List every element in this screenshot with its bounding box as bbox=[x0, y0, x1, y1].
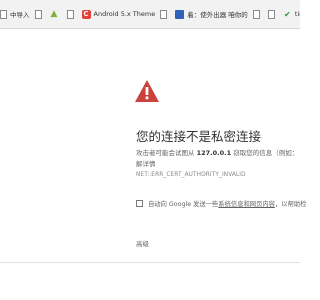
page-icon bbox=[34, 9, 42, 19]
bookmark-page-3[interactable] bbox=[160, 0, 170, 28]
system-info-link[interactable]: 系统信息和网页内容 bbox=[218, 199, 275, 208]
bookmark-label: Android 5.x Theme bbox=[93, 10, 156, 18]
details-link[interactable]: 解详情 bbox=[136, 158, 156, 168]
bookmark-label: tinymceShowUpd bbox=[294, 10, 300, 18]
bookmark-label: 着：使外出器 咱你的 bbox=[187, 11, 248, 19]
bookmark-android[interactable]: ▲ bbox=[50, 0, 62, 28]
advanced-link[interactable]: 高级 bbox=[136, 238, 149, 248]
bookmark-page-2[interactable] bbox=[66, 0, 77, 28]
bookmark-page-1[interactable] bbox=[34, 0, 45, 28]
bookmarks-bar: 中导入 ▲ C Android 5.x Theme 着：使外出器 咱你的 ✔ t… bbox=[0, 0, 300, 29]
page-icon bbox=[252, 9, 260, 19]
bookmark-android-theme[interactable]: C Android 5.x Theme bbox=[81, 0, 156, 28]
bookmark-tinymce[interactable]: ✔ tinymceShowUpd bbox=[283, 0, 300, 28]
privacy-error-page: 您的连接不是私密连接 攻击者可能会试图从 127.0.0.1 窃取您的信息（例如… bbox=[0, 29, 306, 263]
page-icon bbox=[267, 9, 275, 19]
red-logo-icon: C bbox=[81, 9, 91, 19]
send-report-checkbox[interactable] bbox=[136, 200, 143, 207]
warning-description: 攻击者可能会试图从 127.0.0.1 窃取您的信息（例如： bbox=[136, 149, 299, 157]
error-code: NET::ERR_CERT_AUTHORITY_INVALID bbox=[136, 172, 246, 178]
host-name: 127.0.0.1 bbox=[196, 149, 232, 157]
bookmark-label: 中导入 bbox=[10, 11, 30, 19]
android-icon: ▲ bbox=[50, 8, 58, 19]
bookmark-page-5[interactable] bbox=[267, 0, 278, 28]
bookmark-import[interactable]: 中导入 bbox=[0, 0, 30, 28]
checkbox-label: 自动向 Google 发送一些 bbox=[148, 201, 219, 208]
checkbox-label-suffix: ，以帮助检 bbox=[274, 201, 307, 208]
page-bottom bbox=[0, 263, 300, 300]
page-icon bbox=[160, 9, 168, 19]
bookmark-mail[interactable]: 着：使外出器 咱你的 bbox=[175, 0, 248, 28]
page-icon bbox=[0, 9, 7, 19]
page-title: 您的连接不是私密连接 bbox=[136, 129, 262, 144]
green-icon: ✔ bbox=[283, 9, 291, 19]
send-report-option: 自动向 Google 发送一些 系统信息和网页内容 ，以帮助检 bbox=[136, 199, 306, 208]
page-icon bbox=[66, 9, 74, 19]
bookmark-page-4[interactable] bbox=[252, 0, 263, 28]
mail-icon bbox=[175, 9, 185, 19]
warning-triangle-icon bbox=[135, 80, 159, 102]
